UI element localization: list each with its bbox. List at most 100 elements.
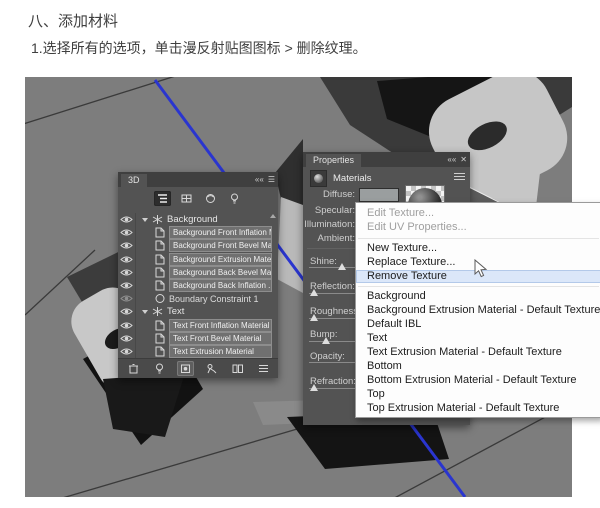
menu-item: Edit UV Properties... [356,221,600,235]
menu-separator [358,238,599,239]
menu-item[interactable]: Background Extrusion Material - Default … [356,304,600,318]
3d-layer-row[interactable]: Text Extrusion Material [118,345,278,358]
material-row-label[interactable]: Text Front Inflation Material [169,319,272,332]
camera-icon[interactable] [203,361,220,376]
heading-step: 八、添加材料 [28,10,118,31]
menu-separator [358,286,599,287]
options-list-icon[interactable] [255,361,272,376]
texture-page-icon [153,320,166,331]
3d-layer-row[interactable]: Background Front Inflation Ma... [118,226,278,239]
menu-item[interactable]: Bottom [356,360,600,374]
menu-item[interactable]: New Texture... [356,242,600,256]
menu-item[interactable]: Top Extrusion Material - Default Texture [356,402,600,416]
3d-layer-row[interactable]: Text Front Inflation Material [118,319,278,332]
3d-layer-list: Background Background Front Inflation Ma… [118,213,278,359]
3d-layer-row[interactable]: Background Back Bevel Mat... [118,266,278,279]
texture-page-icon [153,227,166,238]
material-row-label[interactable]: Text Front Bevel Material [169,332,272,345]
filter-meshes-icon[interactable] [178,191,195,206]
chevron-down-icon[interactable] [142,218,148,222]
eye-icon[interactable] [118,226,136,239]
filter-scene-icon[interactable] [154,191,171,206]
heading-instruction: 1.选择所有的选项，单击漫反射贴图图标 > 删除纹理。 [31,38,367,58]
3d-panel-tab[interactable]: 3D [121,174,147,187]
menu-item[interactable]: Bottom Extrusion Material - Default Text… [356,374,600,388]
3d-layer-row[interactable]: Background [118,213,278,226]
panel-menu-icon[interactable] [454,171,465,182]
eye-dim-icon[interactable] [118,292,136,305]
material-row-label[interactable]: Background Extrusion Mate... [169,253,272,266]
3d-layer-row[interactable]: Text [118,305,278,318]
chevron-down-icon[interactable] [142,310,148,314]
eye-icon[interactable] [118,213,136,226]
materials-section-label: Materials [333,173,372,184]
material-row-label[interactable]: Background Front Bevel Ma... [169,239,272,252]
menu-item[interactable]: Top [356,388,600,402]
texture-page-icon [153,280,166,291]
filter-lights-icon[interactable] [226,191,243,206]
collapse-chevrons-icon[interactable]: «« [255,174,264,185]
slider-thumb[interactable] [338,263,346,270]
split-view-icon[interactable] [229,361,246,376]
slider-thumb[interactable] [322,337,330,344]
menu-item[interactable]: Remove Texture [356,270,600,284]
close-icon[interactable]: ✕ [460,154,467,165]
3d-filter-row [118,189,278,207]
eye-icon[interactable] [118,319,136,332]
panel-menu-icon[interactable]: ☰ [268,174,275,185]
group-label[interactable]: Background [167,214,218,225]
material-row-label[interactable]: Background Back Bevel Mat... [169,266,272,279]
slider-thumb[interactable] [310,314,318,321]
texture-page-icon [153,254,166,265]
eye-icon[interactable] [118,266,136,279]
slider-thumb[interactable] [310,384,318,391]
texture-page-icon [153,267,166,278]
3d-layer-row[interactable]: Background Back Inflation ... [118,279,278,292]
material-row-label[interactable]: Background Front Inflation Ma... [169,226,272,239]
material-row-label[interactable]: Background Back Inflation ... [169,279,272,292]
slider-label: Opacity: [310,351,345,362]
render-icon[interactable] [177,361,194,376]
texture-page-icon [153,240,166,251]
menu-item[interactable]: Replace Texture... [356,256,600,270]
slider-label: Shine: [310,256,337,267]
color-swatch[interactable] [359,188,399,202]
menu-item: Edit Texture... [356,207,600,221]
3d-panel-header: 3D «« ☰ [118,172,278,187]
property-label: Ambient: [303,233,355,244]
menu-item[interactable]: Text Extrusion Material - Default Textur… [356,346,600,360]
constraint-label[interactable]: Boundary Constraint 1 [169,294,259,304]
eye-icon[interactable] [118,279,136,292]
eye-icon[interactable] [118,305,136,318]
menu-item[interactable]: Default IBL [356,318,600,332]
eye-icon[interactable] [118,239,136,252]
light-bulb-icon[interactable] [151,361,168,376]
texture-page-icon [153,346,166,357]
3d-layer-row[interactable]: Text Front Bevel Material [118,332,278,345]
collapse-chevrons-icon[interactable]: «« [447,154,456,165]
properties-panel-header: Properties «« ✕ [303,152,470,167]
material-row-label[interactable]: Text Extrusion Material [169,345,272,358]
trash-icon[interactable] [125,361,142,376]
scroll-up-icon[interactable] [270,214,276,218]
group-label[interactable]: Text [167,306,184,317]
menu-item[interactable]: Background [356,290,600,304]
3d-layer-row[interactable]: Boundary Constraint 1 [118,292,278,305]
3d-panel: 3D «« ☰ Background Background Front Infl… [118,172,278,378]
eye-icon[interactable] [118,332,136,345]
properties-panel-tab[interactable]: Properties [306,154,361,167]
eye-icon[interactable] [118,345,136,358]
3d-layer-row[interactable]: Background Front Bevel Ma... [118,239,278,252]
eye-icon[interactable] [118,253,136,266]
slider-thumb[interactable] [310,289,318,296]
menu-item[interactable]: Text [356,332,600,346]
3d-layer-row[interactable]: Background Extrusion Mate... [118,253,278,266]
filter-materials-icon[interactable] [202,191,219,206]
property-label: Specular: [303,205,355,216]
texture-page-icon [153,333,166,344]
texture-context-menu: Edit Texture...Edit UV Properties... New … [355,202,600,418]
mesh-star-icon [151,214,164,225]
3d-panel-toolbar [118,358,278,378]
constraint-circle-icon [153,293,166,304]
property-label: Illumination: [303,219,355,230]
